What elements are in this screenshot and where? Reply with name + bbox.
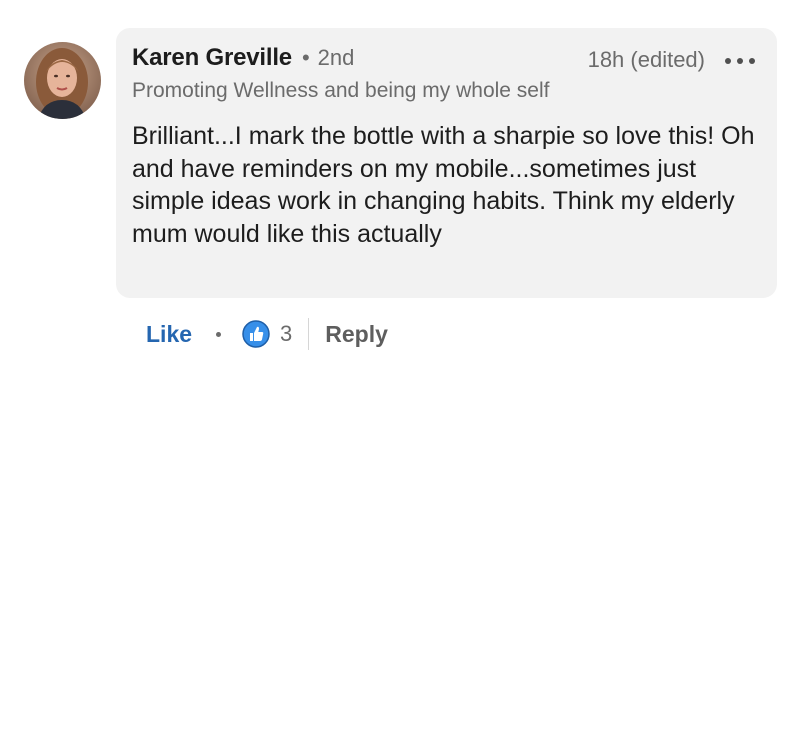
author-avatar[interactable]	[24, 42, 101, 119]
comment-bubble: Karen Greville • 2nd 18h (edited) Promot…	[116, 28, 777, 298]
action-separator-dot	[216, 331, 222, 337]
more-dot	[737, 58, 743, 64]
author-headline: Promoting Wellness and being my whole se…	[132, 79, 550, 102]
reply-button[interactable]: Reply	[325, 321, 388, 348]
like-button[interactable]: Like	[146, 321, 192, 348]
more-options-icon[interactable]	[725, 52, 755, 70]
author-name[interactable]: Karen Greville	[132, 44, 292, 72]
comment-page: Karen Greville • 2nd 18h (edited) Promot…	[0, 0, 800, 749]
more-dot	[749, 58, 755, 64]
comment-actions: Like 3 Reply	[146, 316, 388, 352]
like-reaction-icon[interactable]	[242, 320, 270, 348]
author-row: Karen Greville • 2nd	[132, 44, 354, 72]
action-divider	[308, 318, 310, 350]
comment-timestamp: 18h (edited)	[587, 47, 705, 72]
connection-degree: 2nd	[317, 45, 355, 70]
reaction-count[interactable]: 3	[280, 321, 292, 347]
more-dot	[725, 58, 731, 64]
avatar-photo	[24, 42, 101, 119]
separator-dot: •	[301, 45, 310, 70]
comment-text: Brilliant...I mark the bottle with a sha…	[132, 122, 755, 248]
